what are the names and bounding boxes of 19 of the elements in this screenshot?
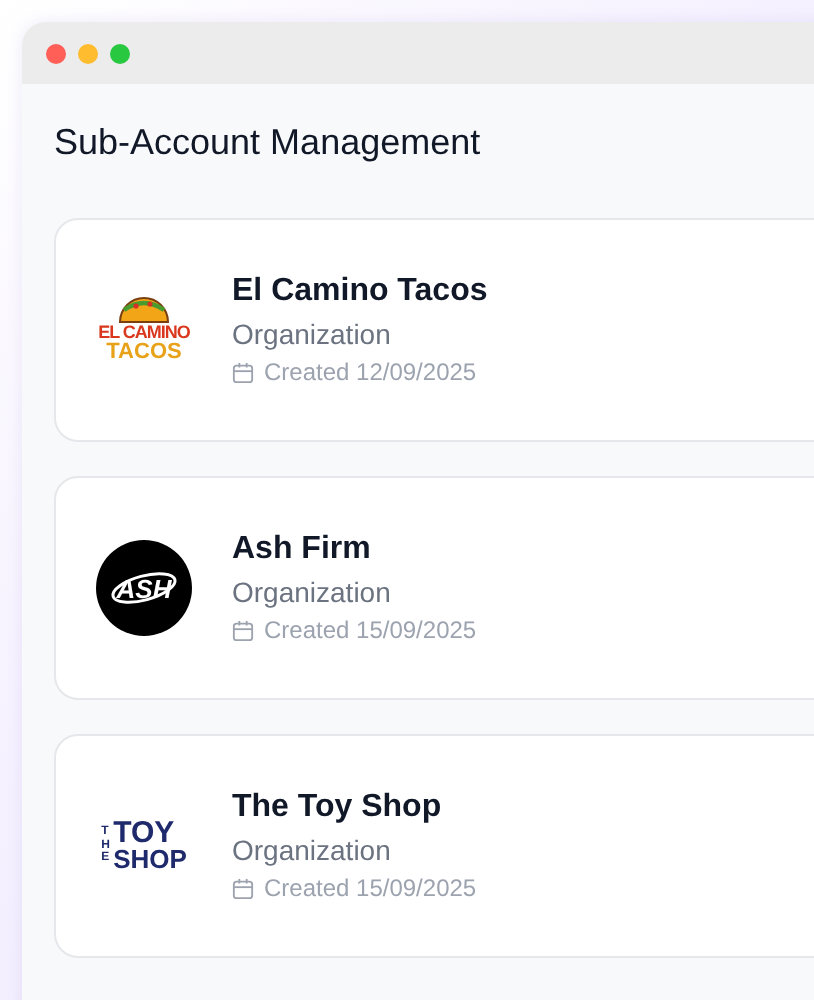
calendar-icon	[232, 619, 254, 641]
close-button[interactable]	[46, 43, 66, 63]
created-date: Created 15/09/2025	[264, 874, 477, 902]
account-name: Ash Firm	[232, 532, 373, 568]
taco-icon	[118, 296, 170, 324]
account-card[interactable]: EL CAMINO TACOS El Camino Tacos Organization Created 12/09/2025	[54, 218, 814, 442]
account-name: El Camino Tacos	[232, 274, 488, 310]
account-type: Organization	[232, 576, 393, 608]
created-date: Created 12/09/2025	[264, 358, 477, 386]
account-type: Organization	[232, 834, 393, 866]
account-type: Organization	[232, 318, 393, 350]
taco-logo: EL CAMINO TACOS	[98, 296, 190, 364]
created-date: Created 15/09/2025	[264, 616, 477, 644]
minimize-button[interactable]	[78, 43, 98, 63]
account-name: The Toy Shop	[232, 790, 444, 826]
maximize-button[interactable]	[110, 43, 130, 63]
page-title: Sub-Account Management	[54, 122, 483, 164]
calendar-icon	[232, 877, 254, 899]
calendar-icon	[232, 361, 254, 383]
